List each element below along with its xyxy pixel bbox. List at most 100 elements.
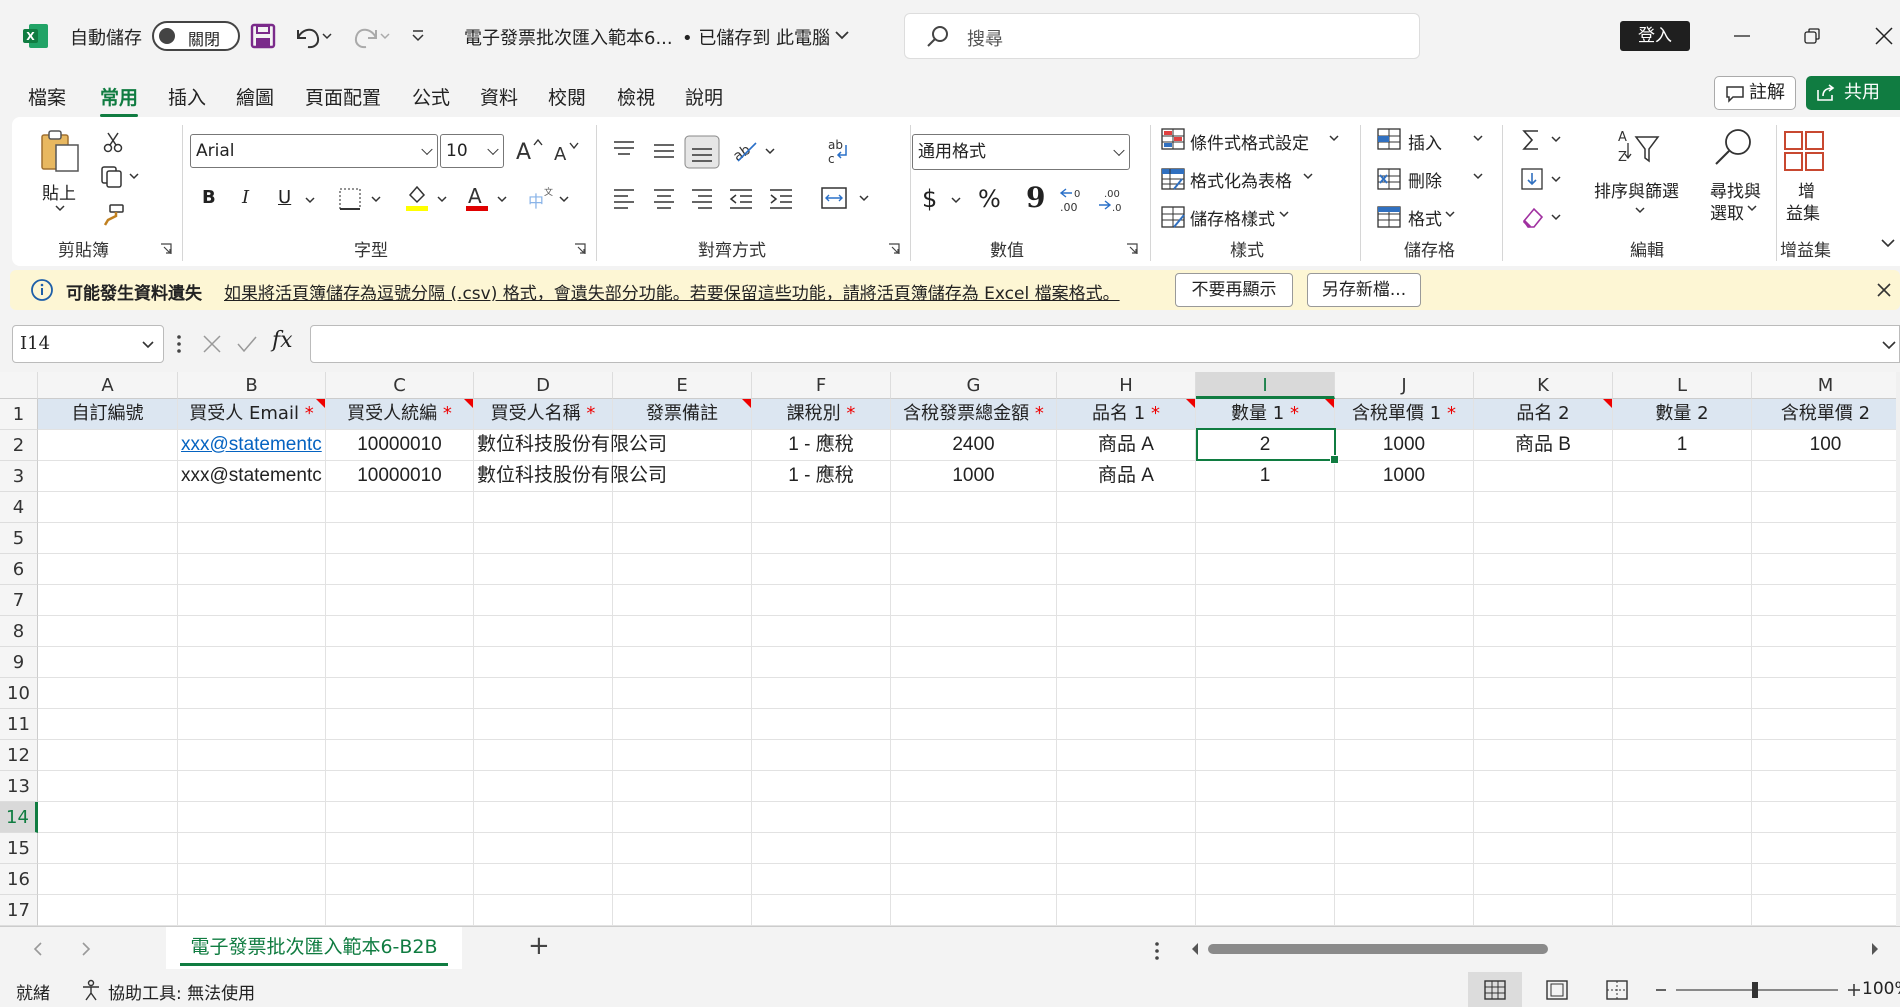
empty-cell-L8[interactable]	[1613, 616, 1752, 647]
row-header-9[interactable]: 9	[0, 647, 38, 678]
row-header-5[interactable]: 5	[0, 523, 38, 554]
phonetic-guide-icon[interactable]: 中文	[526, 185, 576, 213]
delete-cells-button[interactable]: 刪除	[1408, 167, 1442, 192]
empty-cell-M17[interactable]	[1752, 895, 1900, 926]
header-cell-K[interactable]: 品名 2	[1474, 399, 1613, 430]
empty-cell-B4[interactable]	[178, 492, 326, 523]
empty-cell-A11[interactable]	[38, 709, 178, 740]
empty-cell-K13[interactable]	[1474, 771, 1613, 802]
empty-cell-H16[interactable]	[1057, 864, 1196, 895]
empty-cell-F16[interactable]	[752, 864, 891, 895]
customize-toolbar-icon[interactable]	[410, 28, 426, 44]
tab-review[interactable]: 校閱	[548, 83, 586, 110]
data-cell-D2[interactable]: 數位科技股份有限公司	[474, 430, 667, 461]
column-header-A[interactable]: A	[38, 372, 178, 399]
empty-cell-H11[interactable]	[1057, 709, 1196, 740]
empty-cell-I12[interactable]	[1196, 740, 1335, 771]
row-header-13[interactable]: 13	[0, 771, 38, 802]
dialog-launcher-icon[interactable]	[160, 243, 172, 255]
empty-cell-D6[interactable]	[474, 554, 613, 585]
empty-cell-C10[interactable]	[326, 678, 474, 709]
empty-cell-A12[interactable]	[38, 740, 178, 771]
currency-dropdown-icon[interactable]	[950, 195, 962, 205]
empty-cell-I16[interactable]	[1196, 864, 1335, 895]
add-sheet-button[interactable]: +	[528, 931, 550, 961]
empty-cell-K14[interactable]	[1474, 802, 1613, 833]
dialog-launcher-icon[interactable]	[1126, 243, 1138, 255]
data-cell-H2[interactable]: 商品 A	[1057, 430, 1196, 461]
paste-dropdown-icon[interactable]	[54, 203, 66, 213]
number-format-dropdown[interactable]: 通用格式	[912, 134, 1130, 170]
find-select-button-line2[interactable]: 選取	[1710, 199, 1744, 224]
data-cell-A2[interactable]	[38, 430, 178, 461]
select-all-corner[interactable]	[0, 372, 38, 399]
empty-cell-L12[interactable]	[1613, 740, 1752, 771]
chevron-left-icon[interactable]	[32, 941, 44, 957]
empty-cell-B12[interactable]	[178, 740, 326, 771]
empty-cell-A7[interactable]	[38, 585, 178, 616]
comment-indicator[interactable]	[1603, 399, 1612, 408]
undo-icon[interactable]	[292, 22, 332, 50]
empty-cell-E6[interactable]	[613, 554, 752, 585]
empty-cell-G17[interactable]	[891, 895, 1057, 926]
column-header-L[interactable]: L	[1613, 372, 1752, 399]
empty-cell-C13[interactable]	[326, 771, 474, 802]
row-header-7[interactable]: 7	[0, 585, 38, 616]
empty-cell-I9[interactable]	[1196, 647, 1335, 678]
empty-cell-G5[interactable]	[891, 523, 1057, 554]
save-as-button[interactable]: 另存新檔...	[1307, 273, 1421, 307]
empty-cell-B13[interactable]	[178, 771, 326, 802]
empty-cell-J8[interactable]	[1335, 616, 1474, 647]
tab-view[interactable]: 檢視	[617, 83, 655, 110]
column-header-F[interactable]: F	[752, 372, 891, 399]
data-cell-G3[interactable]: 1000	[891, 461, 1057, 492]
ribbon-collapse-icon[interactable]	[1880, 237, 1896, 249]
empty-cell-F9[interactable]	[752, 647, 891, 678]
data-cell-K3[interactable]	[1474, 461, 1613, 492]
empty-cell-F6[interactable]	[752, 554, 891, 585]
confirm-entry-icon[interactable]	[236, 334, 258, 354]
header-cell-M[interactable]: 含稅單價 2	[1752, 399, 1900, 430]
empty-cell-M10[interactable]	[1752, 678, 1900, 709]
comment-indicator[interactable]	[316, 399, 325, 408]
empty-cell-C7[interactable]	[326, 585, 474, 616]
cell-styles-button[interactable]: 儲存格樣式	[1190, 205, 1275, 230]
font-color-icon[interactable]: A	[464, 183, 514, 213]
format-cells-button[interactable]: 格式	[1408, 205, 1442, 230]
tab-insert[interactable]: 插入	[168, 83, 206, 110]
row-header-2[interactable]: 2	[0, 430, 38, 461]
column-header-G[interactable]: G	[891, 372, 1057, 399]
empty-cell-C6[interactable]	[326, 554, 474, 585]
active-cell-cursor[interactable]	[1196, 428, 1339, 464]
decrease-decimal-icon[interactable]: .00.0	[1096, 185, 1126, 213]
font-size-dropdown[interactable]: 10	[440, 134, 504, 168]
empty-cell-A17[interactable]	[38, 895, 178, 926]
increase-indent-icon[interactable]	[768, 187, 794, 209]
chevron-down-icon[interactable]	[834, 28, 850, 42]
empty-cell-F8[interactable]	[752, 616, 891, 647]
tab-file[interactable]: 檔案	[28, 83, 66, 110]
addins-button-line2[interactable]: 益集	[1786, 199, 1820, 224]
empty-cell-K10[interactable]	[1474, 678, 1613, 709]
autosum-icon[interactable]	[1520, 127, 1566, 153]
empty-cell-D17[interactable]	[474, 895, 613, 926]
header-cell-D[interactable]: 買受人名稱 *	[474, 399, 613, 430]
empty-cell-B7[interactable]	[178, 585, 326, 616]
accessibility-status[interactable]: 協助工具: 無法使用	[108, 979, 255, 1004]
data-cell-F2[interactable]: 1 - 應稅	[752, 430, 891, 461]
empty-cell-L6[interactable]	[1613, 554, 1752, 585]
empty-cell-E13[interactable]	[613, 771, 752, 802]
empty-cell-H12[interactable]	[1057, 740, 1196, 771]
empty-cell-H14[interactable]	[1057, 802, 1196, 833]
header-cell-G[interactable]: 含稅發票總金額 *	[891, 399, 1057, 430]
empty-cell-M15[interactable]	[1752, 833, 1900, 864]
empty-cell-E16[interactable]	[613, 864, 752, 895]
data-cell-J3[interactable]: 1000	[1335, 461, 1474, 492]
empty-cell-C17[interactable]	[326, 895, 474, 926]
chevron-down-icon[interactable]	[1302, 171, 1314, 181]
row-header-1[interactable]: 1	[0, 399, 38, 430]
empty-cell-M4[interactable]	[1752, 492, 1900, 523]
decrease-indent-icon[interactable]	[728, 187, 754, 209]
header-cell-A[interactable]: 自訂編號	[38, 399, 178, 430]
empty-cell-J14[interactable]	[1335, 802, 1474, 833]
